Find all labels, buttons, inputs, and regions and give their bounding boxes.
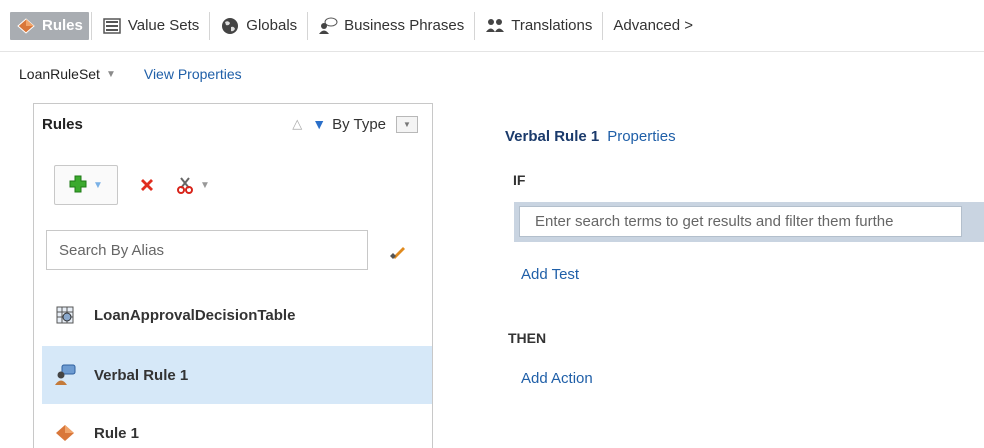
- rules-toolbar: ▼ ▼: [54, 165, 210, 205]
- tab-business-phrases[interactable]: Business Phrases: [310, 12, 472, 40]
- sort-by-label: By Type: [332, 115, 386, 133]
- rules-panel-title: Rules: [42, 115, 83, 133]
- add-test-link[interactable]: Add Test: [521, 266, 579, 283]
- rule-list-item-selected[interactable]: Verbal Rule 1: [42, 346, 432, 404]
- top-tab-bar: Rules Value Sets Globals Business Phrase…: [0, 0, 984, 52]
- ruleset-name[interactable]: LoanRuleSet: [19, 66, 100, 82]
- tab-label: Business Phrases: [344, 17, 465, 34]
- condition-search-input[interactable]: Enter search terms to get results and fi…: [519, 206, 962, 237]
- eraser-icon[interactable]: [388, 242, 406, 263]
- business-phrases-icon: [318, 17, 338, 35]
- rule-item-label: Verbal Rule 1: [94, 366, 189, 384]
- rules-icon: [16, 17, 36, 35]
- rules-panel-header: Rules △ ▼ By Type ▼: [34, 104, 432, 144]
- tab-value-sets[interactable]: Value Sets: [94, 12, 207, 40]
- rule-properties-link[interactable]: Properties: [607, 128, 675, 145]
- tab-label: Advanced >: [613, 17, 694, 34]
- tab-separator: [474, 11, 476, 40]
- ruleset-header: LoanRuleSet ▼ View Properties: [19, 66, 242, 82]
- chevron-down-icon[interactable]: ▼: [106, 69, 116, 80]
- sort-descending-icon[interactable]: ▼: [312, 116, 326, 132]
- rule-item-label: Rule 1: [94, 424, 140, 442]
- tab-separator: [602, 11, 604, 40]
- tab-advanced[interactable]: Advanced >: [605, 12, 701, 40]
- sort-ascending-icon[interactable]: △: [292, 116, 302, 132]
- rule-diamond-icon: [54, 422, 76, 444]
- tab-separator: [307, 11, 309, 40]
- tab-translations[interactable]: Translations: [477, 12, 600, 40]
- delete-x-icon: [141, 179, 153, 191]
- tab-separator: [90, 11, 92, 40]
- tab-label: Globals: [246, 17, 298, 34]
- search-placeholder: Search By Alias: [59, 241, 165, 259]
- scissors-icon: [177, 177, 193, 194]
- tab-rules[interactable]: Rules: [10, 11, 89, 40]
- translations-icon: [485, 17, 505, 35]
- rule-list-item[interactable]: LoanApprovalDecisionTable: [42, 286, 432, 344]
- search-alias-input[interactable]: Search By Alias: [46, 230, 368, 270]
- if-label: IF: [513, 172, 526, 188]
- decision-table-icon: [54, 304, 76, 326]
- plus-icon: [69, 175, 87, 196]
- add-rule-button[interactable]: ▼: [54, 165, 118, 205]
- tab-label: Translations: [511, 17, 593, 34]
- sort-control: △ ▼ By Type ▼: [292, 115, 418, 133]
- tab-label: Rules: [42, 17, 83, 34]
- view-properties-link[interactable]: View Properties: [144, 66, 242, 82]
- rule-item-label: LoanApprovalDecisionTable: [94, 306, 296, 324]
- delete-button[interactable]: [138, 176, 156, 194]
- chevron-down-icon: ▼: [93, 179, 103, 191]
- rule-name: Verbal Rule 1: [505, 128, 600, 145]
- cut-button[interactable]: ▼: [176, 176, 210, 194]
- verbal-rule-icon: [54, 364, 76, 386]
- rules-panel: Rules △ ▼ By Type ▼ ▼ ▼ Search By Alias: [33, 103, 433, 448]
- chevron-down-icon: ▼: [200, 179, 210, 191]
- add-action-link[interactable]: Add Action: [521, 370, 593, 387]
- tab-label: Value Sets: [127, 17, 200, 34]
- tab-globals[interactable]: Globals: [212, 12, 305, 40]
- rule-editor-header: Verbal Rule 1 Properties: [505, 128, 676, 145]
- rule-list-item[interactable]: Rule 1: [42, 404, 432, 448]
- sort-dropdown-button[interactable]: ▼: [396, 115, 418, 133]
- tab-separator: [209, 11, 211, 40]
- condition-placeholder: Enter search terms to get results and fi…: [535, 213, 894, 230]
- value-sets-icon: [102, 17, 122, 35]
- globe-icon: [220, 17, 240, 35]
- then-label: THEN: [508, 330, 547, 346]
